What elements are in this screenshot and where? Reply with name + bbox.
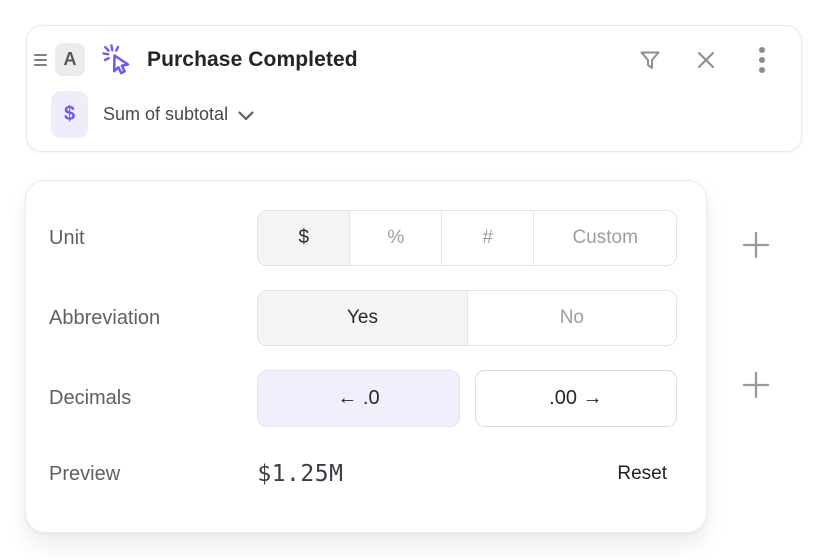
event-letter-badge: A <box>55 43 85 76</box>
event-header-row: A Purchase Completed <box>27 41 801 78</box>
unit-label: Unit <box>49 227 257 250</box>
dollar-metric-badge: $ <box>51 91 88 138</box>
unit-row: Unit $ % # Custom <box>49 210 677 266</box>
unit-segmented-control: $ % # Custom <box>257 210 677 266</box>
abbreviation-segmented-control: Yes No <box>257 290 677 346</box>
abbreviation-option-no[interactable]: No <box>468 291 676 345</box>
kebab-menu-icon[interactable] <box>747 45 777 75</box>
add-row-button-top[interactable] <box>740 229 772 261</box>
drag-handle-icon[interactable] <box>32 54 48 66</box>
preview-label: Preview <box>49 463 257 486</box>
reset-button[interactable]: Reset <box>617 463 667 485</box>
plus-icon <box>741 370 771 400</box>
event-card: A Purchase Completed <box>26 25 802 152</box>
metric-label: Sum of subtotal <box>103 104 228 125</box>
unit-option-custom[interactable]: Custom <box>534 211 676 265</box>
decimals-controls: ← .0 .00 → <box>257 370 677 427</box>
unit-option-dollar[interactable]: $ <box>258 211 350 265</box>
format-panel: Unit $ % # Custom Abbreviation Yes No De… <box>25 180 707 533</box>
chevron-down-icon[interactable] <box>237 110 255 122</box>
abbreviation-label: Abbreviation <box>49 307 257 330</box>
close-icon[interactable] <box>691 45 721 75</box>
preview-row: Preview $1.25M Reset <box>49 451 677 497</box>
plus-icon <box>741 230 771 260</box>
abbreviation-row: Abbreviation Yes No <box>49 290 677 346</box>
add-row-button-bottom[interactable] <box>740 369 772 401</box>
increase-decimals-button[interactable]: .00 → <box>475 370 677 427</box>
abbreviation-option-yes[interactable]: Yes <box>258 291 467 345</box>
preview-value: $1.25M <box>257 461 343 487</box>
cursor-click-icon <box>100 41 134 79</box>
event-title: Purchase Completed <box>147 48 358 72</box>
unit-option-percent[interactable]: % <box>350 211 442 265</box>
metric-row: $ Sum of subtotal <box>27 91 801 138</box>
decimals-row: Decimals ← .0 .00 → <box>49 370 677 427</box>
decimals-label: Decimals <box>49 387 257 410</box>
filter-funnel-icon[interactable] <box>635 45 665 75</box>
decrease-decimals-button[interactable]: ← .0 <box>257 370 459 427</box>
unit-option-hash[interactable]: # <box>442 211 534 265</box>
